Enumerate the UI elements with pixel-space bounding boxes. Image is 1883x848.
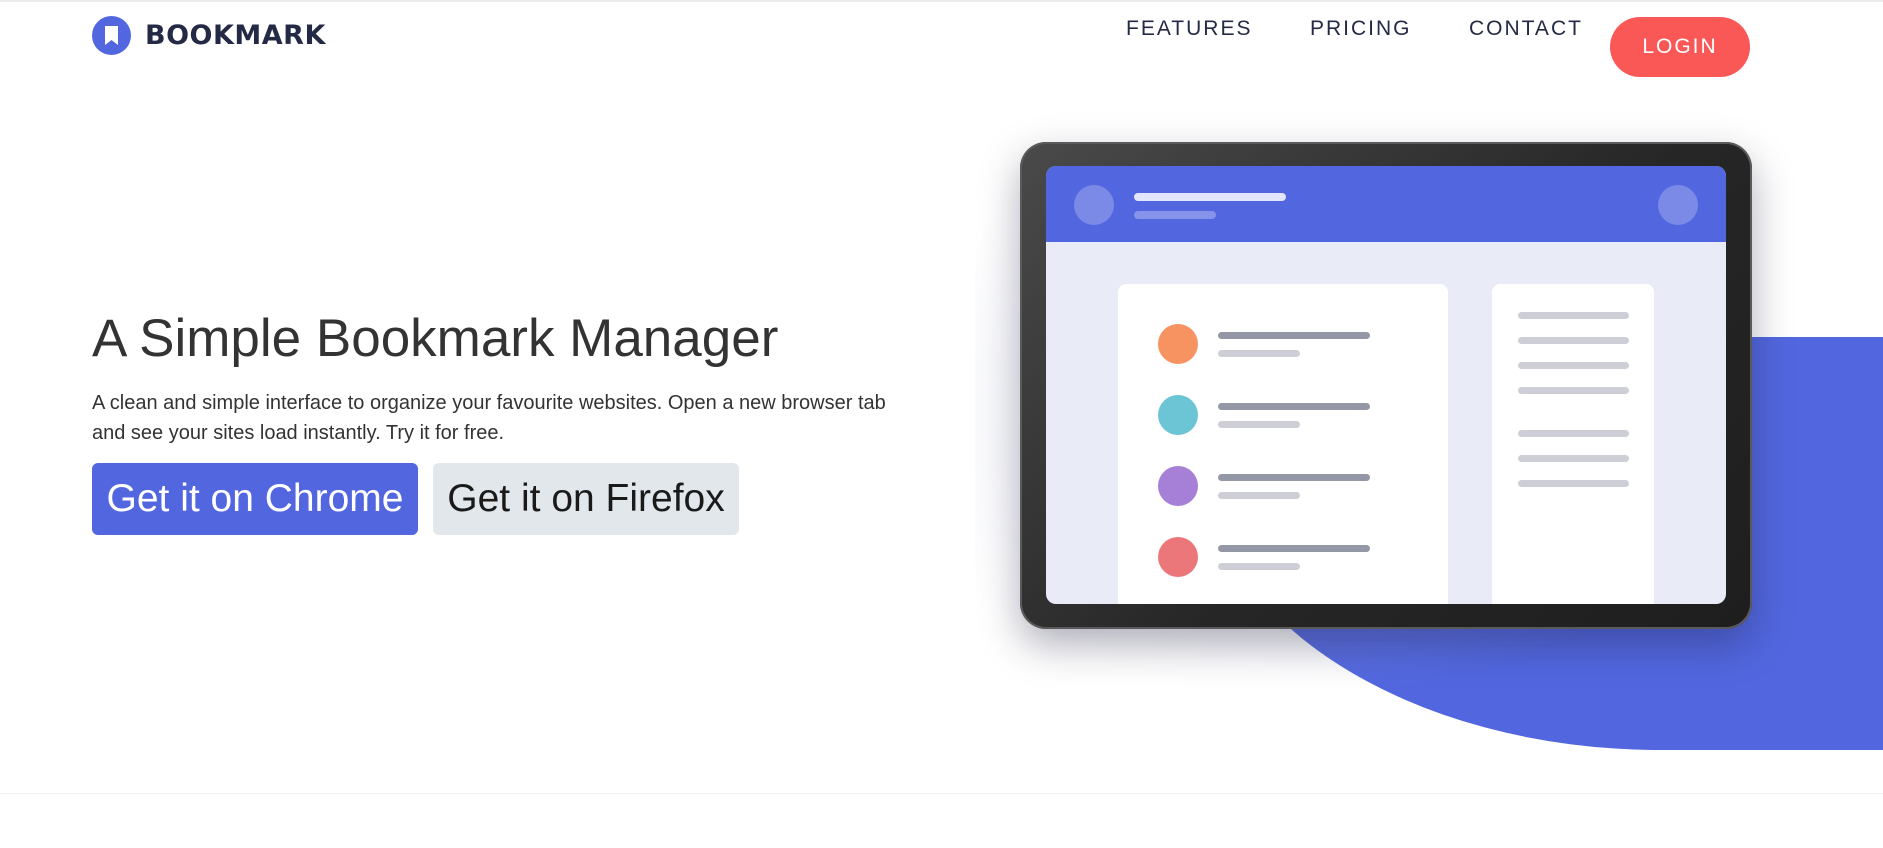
mock-bookmark-subline [1218, 563, 1300, 570]
hero-title: A Simple Bookmark Manager [92, 309, 779, 368]
bookmark-icon [92, 16, 131, 55]
get-chrome-button[interactable]: Get it on Chrome [92, 463, 418, 535]
mock-bookmark-subline [1218, 421, 1300, 428]
mock-side-line [1518, 362, 1629, 369]
mock-app-header [1046, 166, 1726, 242]
mock-bookmark-subline [1218, 492, 1300, 499]
mock-side-card [1492, 284, 1654, 604]
mock-side-line [1518, 455, 1629, 462]
nav-features[interactable]: FEATURES [1126, 17, 1252, 41]
mock-bookmark-dot [1158, 324, 1198, 364]
mock-side-line [1518, 430, 1629, 437]
mock-bookmark-dot [1158, 466, 1198, 506]
mock-bookmark-line [1218, 545, 1370, 552]
logo[interactable]: BOOKMARK [92, 16, 326, 55]
mock-subtitle-line [1134, 211, 1216, 219]
hero-description: A clean and simple interface to organize… [92, 392, 886, 444]
top-divider [0, 0, 1883, 2]
mock-bookmark-dot [1158, 395, 1198, 435]
mock-avatar [1074, 185, 1114, 225]
tablet-screen [1046, 166, 1726, 604]
section-divider [0, 793, 1883, 794]
mock-bookmark-line [1218, 474, 1370, 481]
mock-bookmark-subline [1218, 350, 1300, 357]
nav-pricing[interactable]: PRICING [1310, 17, 1412, 41]
tablet-illustration [1020, 142, 1752, 629]
mock-menu-circle [1658, 185, 1698, 225]
brand-name: BOOKMARK [145, 20, 326, 51]
mock-side-line [1518, 480, 1629, 487]
nav-contact[interactable]: CONTACT [1469, 17, 1583, 41]
mock-side-line [1518, 387, 1629, 394]
mock-side-line [1518, 312, 1629, 319]
mock-side-line [1518, 337, 1629, 344]
login-button[interactable]: LOGIN [1610, 17, 1750, 77]
mock-bookmark-line [1218, 403, 1370, 410]
mock-title-line [1134, 193, 1286, 201]
mock-bookmark-line [1218, 332, 1370, 339]
mock-bookmark-card [1118, 284, 1448, 604]
get-firefox-button[interactable]: Get it on Firefox [433, 463, 739, 535]
mock-bookmark-dot [1158, 537, 1198, 577]
